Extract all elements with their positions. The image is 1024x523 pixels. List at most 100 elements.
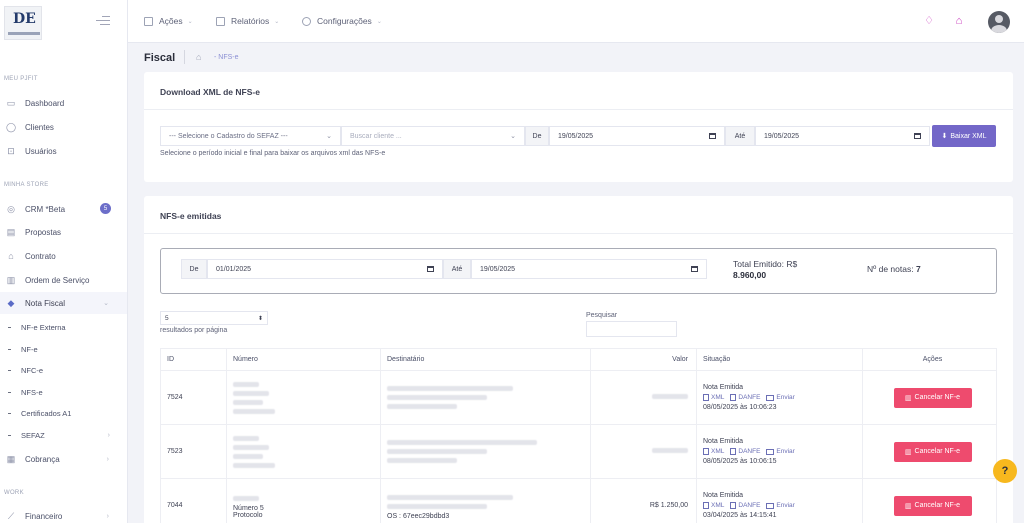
top-menu-configuracoes[interactable]: Configurações ⌄ [302, 16, 382, 26]
emission-date: 08/05/2025 às 10:06:23 [703, 404, 777, 411]
col-id[interactable]: ID [160, 348, 227, 371]
search-label: Pesquisar [586, 312, 618, 319]
status-text: Nota Emitida [703, 492, 744, 499]
sefaz-cadastro-select[interactable]: --- Selecione o Cadastro do SEFAZ --- ⌄ [160, 126, 341, 146]
download-xml-card: Download XML de NFS-e --- Selecione o Ca… [144, 72, 1013, 182]
filter-to-input[interactable]: 19/05/2025 [471, 259, 707, 279]
danfe-link[interactable]: DANFE [738, 448, 760, 455]
cancel-nfe-button[interactable]: ▥ Cancelar NF-e [893, 495, 972, 516]
cell-situacao: Nota Emitida XML DANFE Enviar 08/05/2025 à… [696, 424, 863, 479]
client-search-select[interactable]: Buscar cliente ... ⌄ [341, 126, 525, 146]
cell-numero [226, 370, 381, 425]
page-title: Fiscal [144, 52, 176, 64]
status-text: Nota Emitida [703, 384, 744, 391]
page-size-select[interactable]: 5 ⬍ [160, 311, 268, 325]
sidebar-subitem-certificados[interactable]: Certificados A1 [8, 404, 71, 422]
sidebar-item-cobranca[interactable]: ▦ Cobrança › [0, 448, 127, 470]
enviar-link[interactable]: Enviar [776, 502, 794, 509]
crm-count-badge: 5 [100, 203, 111, 214]
top-menu-relatorios[interactable]: Relatórios ⌄ [216, 16, 279, 26]
sidebar-subitem-nfe[interactable]: NF-e [8, 340, 38, 358]
logo-subtitle-bar [8, 32, 40, 35]
bullet-icon [8, 391, 11, 393]
table-header-row: ID Número Destinatário Valor Situação Aç… [160, 348, 997, 371]
reports-icon [216, 16, 225, 26]
notas-value: 7 [915, 264, 921, 274]
top-menu-acoes[interactable]: Ações ⌄ [144, 16, 193, 26]
sidebar-item-ordem-servico[interactable]: ▥ Ordem de Serviço [0, 269, 127, 291]
sidebar-subitem-nfse[interactable]: NFS-e [8, 383, 43, 401]
xml-link[interactable]: XML [711, 448, 724, 455]
cell-situacao: Nota Emitida XML DANFE Enviar 03/04/2025 à… [696, 478, 863, 523]
sidebar-item-dashboard[interactable]: ▭ Dashboard [0, 92, 127, 114]
danfe-link[interactable]: DANFE [738, 502, 760, 509]
col-situacao[interactable]: Situação [696, 348, 863, 371]
sidebar-item-nota-fiscal[interactable]: ◆ Nota Fiscal ⌄ [0, 292, 127, 314]
sidebar-subitem-nfe-externa[interactable]: NF-e Externa [8, 318, 66, 336]
sidebar-item-propostas[interactable]: ▤ Propostas [0, 221, 127, 243]
sidebar-item-contrato[interactable]: ⌂ Contrato [0, 245, 127, 267]
cancel-nfe-button[interactable]: ▥ Cancelar NF-e [893, 441, 972, 462]
chevron-down-icon: ⌄ [103, 300, 109, 307]
table-search-input[interactable] [586, 321, 677, 337]
breadcrumb-current[interactable]: - NFS-e [214, 54, 239, 61]
section-title-meu-pjfit: MEU PJFIT [4, 76, 38, 82]
button-label: Cancelar NF-e [914, 448, 961, 455]
trash-icon: ▥ [904, 394, 912, 402]
invoice-icon: ◆ [7, 297, 15, 308]
help-button[interactable]: ? [993, 459, 1017, 483]
col-valor[interactable]: Valor [590, 348, 697, 371]
cancel-nfe-button[interactable]: ▥ Cancelar NF-e [893, 387, 972, 408]
danfe-link[interactable]: DANFE [738, 394, 760, 401]
col-destinatario[interactable]: Destinatário [380, 348, 591, 371]
sidebar-subitem-nfce[interactable]: NFC-e [8, 361, 43, 379]
subitem-label: NF-e Externa [21, 322, 66, 332]
cell-destinatario: OS : 67eec29bdbd3 [380, 478, 591, 523]
col-numero[interactable]: Número [226, 348, 381, 371]
doc-links: XML DANFE Enviar [703, 448, 862, 455]
download-card-title: Download XML de NFS-e [160, 87, 260, 97]
cell-id: 7523 [160, 424, 227, 479]
redacted-text [387, 386, 513, 391]
os-text: OS : 67eec29bdbd3 [387, 513, 450, 520]
sidebar-item-clientes[interactable]: ◯ Clientes [0, 116, 127, 138]
xml-link[interactable]: XML [711, 502, 724, 509]
home-icon[interactable]: ⌂ [196, 52, 201, 62]
date-to-input[interactable]: 19/05/2025 [755, 126, 930, 146]
emission-date: 08/05/2025 às 10:06:15 [703, 458, 777, 465]
filter-from-label: De [181, 259, 207, 279]
sidebar-item-crm[interactable]: ◎ CRM *Beta 5 [0, 198, 127, 220]
enviar-link[interactable]: Enviar [776, 394, 794, 401]
chevron-down-icon: ⌄ [326, 133, 332, 140]
alerts-icon[interactable]: ⌂ [954, 15, 964, 27]
date-from-input[interactable]: 19/05/2025 [549, 126, 725, 146]
enviar-link[interactable]: Enviar [776, 448, 794, 455]
filter-from-input[interactable]: 01/01/2025 [207, 259, 443, 279]
section-title-work: WORK [4, 490, 24, 496]
trash-icon: ▥ [904, 502, 912, 510]
subitem-label: NFS-e [21, 387, 43, 397]
sidebar-item-usuarios[interactable]: ⊡ Usuários [0, 140, 127, 162]
redacted-text [652, 448, 688, 453]
cell-acoes: ▥ Cancelar NF-e [862, 370, 997, 425]
doc-links: XML DANFE Enviar [703, 394, 862, 401]
notification-bell-icon[interactable]: ♢ [924, 15, 934, 27]
table-row: 7524 Nota Emitida XML DANFE Enviar 08/05/2… [160, 370, 997, 425]
page-size-label: resultados por página [160, 327, 228, 334]
sidebar-item-financeiro[interactable]: ⟋ Financeiro › [0, 505, 127, 523]
button-label: Baixar XML [950, 132, 987, 140]
clients-icon: ◯ [5, 121, 17, 132]
sidebar-toggle-icon[interactable] [96, 16, 110, 26]
sidebar-subitem-sefaz[interactable]: SEFAZ › [8, 426, 118, 444]
user-avatar[interactable] [988, 11, 1010, 33]
doc-links: XML DANFE Enviar [703, 502, 862, 509]
chevron-right-icon: › [106, 512, 109, 520]
calendar-icon [914, 133, 921, 139]
xml-link[interactable]: XML [711, 394, 724, 401]
company-logo[interactable]: DE [4, 6, 42, 40]
email-icon [766, 394, 775, 401]
cell-id: 7524 [160, 370, 227, 425]
cell-acoes: ▥ Cancelar NF-e [862, 424, 997, 479]
redacted-text [233, 381, 259, 387]
download-xml-button[interactable]: ⬇ Baixar XML [932, 125, 996, 147]
